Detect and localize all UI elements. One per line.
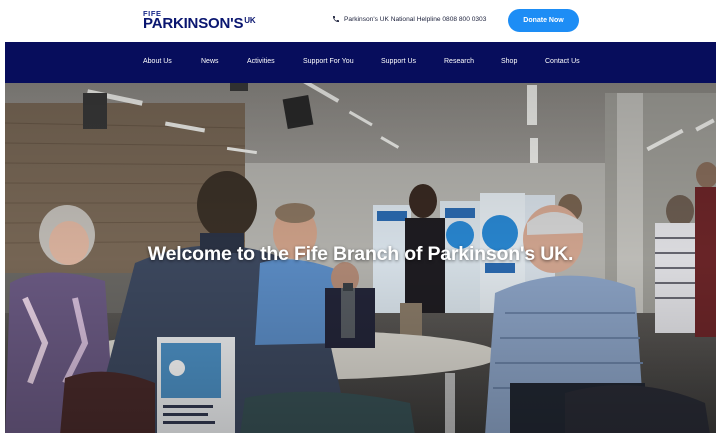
page: FIFE PARKINSON'SUK Parkinson's UK Nation… bbox=[5, 0, 716, 435]
main-nav: About Us News Activities Support For You… bbox=[5, 42, 716, 83]
phone-icon bbox=[332, 15, 340, 23]
helpline-text: Parkinson's UK National Helpline 0808 80… bbox=[344, 15, 487, 23]
hero-banner: Welcome to the Fife Branch of Parkinson'… bbox=[5, 83, 716, 435]
logo-parkinsons-text: PARKINSON'SUK bbox=[143, 15, 256, 32]
site-header: FIFE PARKINSON'SUK Parkinson's UK Nation… bbox=[5, 0, 716, 42]
nav-item-support-us[interactable]: Support Us bbox=[381, 58, 416, 65]
donate-button[interactable]: Donate Now bbox=[508, 9, 579, 32]
nav-item-news[interactable]: News bbox=[201, 58, 219, 65]
nav-item-research[interactable]: Research bbox=[444, 58, 474, 65]
logo-uk-text: UK bbox=[244, 16, 256, 25]
hero-title: Welcome to the Fife Branch of Parkinson'… bbox=[147, 243, 574, 265]
nav-item-contact-us[interactable]: Contact Us bbox=[545, 58, 580, 65]
helpline[interactable]: Parkinson's UK National Helpline 0808 80… bbox=[332, 15, 486, 23]
nav-item-shop[interactable]: Shop bbox=[501, 58, 517, 65]
nav-item-activities[interactable]: Activities bbox=[247, 58, 275, 65]
nav-item-about-us[interactable]: About Us bbox=[143, 58, 172, 65]
nav-item-support-for-you[interactable]: Support For You bbox=[303, 58, 354, 65]
